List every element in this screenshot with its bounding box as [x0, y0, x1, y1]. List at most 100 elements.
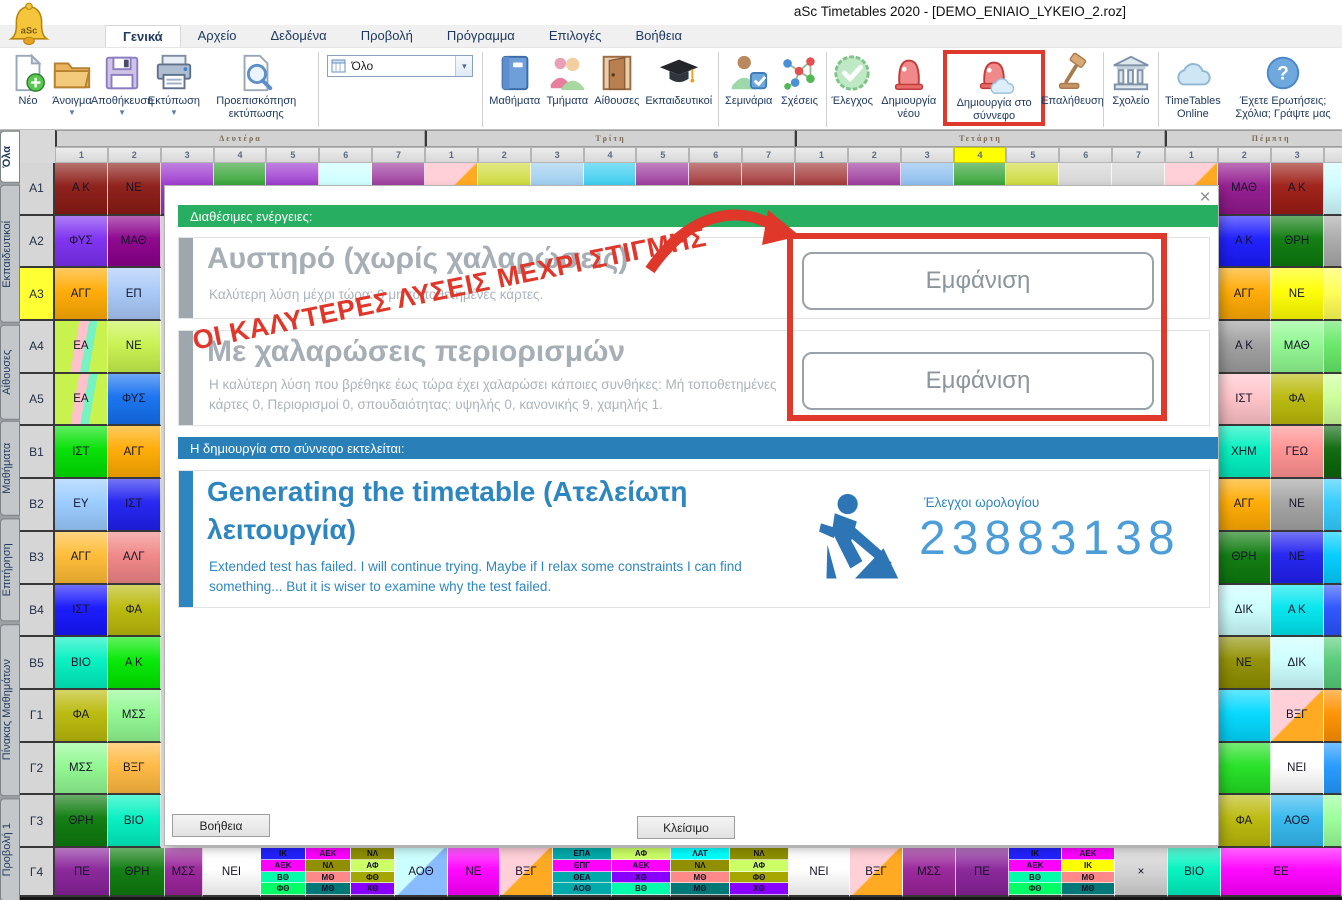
- row-header-B1[interactable]: B1: [20, 426, 55, 479]
- timetable-card[interactable]: ΕΠ: [108, 268, 161, 321]
- menu-item-options[interactable]: Επιλογές: [532, 25, 619, 47]
- timetable-card[interactable]: ΝΛΑΦΦΘΧΘ: [730, 848, 789, 897]
- sidebar-tab-classrooms[interactable]: Αίθουσες: [0, 325, 20, 420]
- timetable-card[interactable]: ΕΕ: [1221, 848, 1342, 897]
- timetable-card[interactable]: ΝΕ: [1271, 479, 1324, 532]
- timetable-card[interactable]: [1218, 690, 1271, 743]
- timetable-card[interactable]: ΔΙΚ: [1271, 637, 1324, 690]
- toolbar-button-classes[interactable]: Τμήματα: [543, 50, 591, 110]
- row-header-B3[interactable]: B3: [20, 532, 55, 585]
- timetable-mini-card[interactable]: ΝΛ: [351, 848, 394, 860]
- row-header-Γ1[interactable]: Γ1: [20, 690, 55, 743]
- timetable-card[interactable]: ΦΥΣ: [55, 216, 108, 269]
- timetable-card[interactable]: [1324, 637, 1342, 690]
- timetable-card[interactable]: ΑΦΑΕΚΧΘΒΘ: [612, 848, 671, 897]
- timetable-card[interactable]: ΙΣΤ: [1218, 374, 1271, 427]
- timetable-mini-card[interactable]: ΦΘ: [1009, 883, 1061, 895]
- timetable-card[interactable]: ΕΑ: [55, 374, 108, 427]
- row-header-A5[interactable]: A5: [20, 374, 55, 427]
- row-header-Γ2[interactable]: Γ2: [20, 743, 55, 796]
- timetable-card[interactable]: ΑΕΚΙΚΜΘΜΘ: [1062, 848, 1115, 897]
- timetable-mini-card[interactable]: ΦΘ: [730, 872, 788, 884]
- menu-item-file[interactable]: Αρχείο: [181, 25, 254, 47]
- help-button[interactable]: Βοήθεια: [172, 814, 270, 837]
- timetable-card[interactable]: [1324, 690, 1342, 743]
- timetable-mini-card[interactable]: ΜΘ: [1062, 872, 1114, 884]
- toolbar-button-save[interactable]: Αποθήκευση▼: [94, 50, 150, 118]
- timetable-card[interactable]: ΑΓΓ: [55, 268, 108, 321]
- timetable-card[interactable]: ΒΙΟ: [1168, 848, 1221, 897]
- timetable-mini-card[interactable]: ΑΟΘ: [553, 883, 611, 895]
- toolbar-button-teachers[interactable]: Εκπαιδευτικοί: [642, 50, 715, 110]
- timetable-card[interactable]: ΘΡΗ: [110, 848, 165, 897]
- timetable-mini-card[interactable]: ΧΘ: [612, 872, 670, 884]
- timetable-card[interactable]: ΜΑΘ: [1218, 163, 1271, 216]
- timetable-card[interactable]: ΦΑ: [1271, 374, 1324, 427]
- toolbar-button-new[interactable]: Νέο: [6, 50, 50, 110]
- timetable-card[interactable]: ΜΑΘ: [108, 216, 161, 269]
- toolbar-button-print[interactable]: Εκτύπωση▼: [150, 50, 198, 118]
- sidebar-tab-view-1[interactable]: Προβολή 1: [0, 798, 20, 900]
- toolbar-button-open[interactable]: Άνοιγμα▼: [50, 50, 94, 118]
- toolbar-button-classrooms[interactable]: Αίθουσες: [591, 50, 642, 110]
- timetable-card[interactable]: ΜΑΘ: [1271, 321, 1324, 374]
- timetable-mini-card[interactable]: ΙΚ: [261, 848, 305, 860]
- timetable-card[interactable]: ΝΕ: [108, 321, 161, 374]
- timetable-mini-card[interactable]: ΒΘ: [1009, 872, 1061, 884]
- timetable-card[interactable]: ΛΑΤΝΛΜΘΜΘ: [671, 848, 730, 897]
- timetable-card[interactable]: [1324, 795, 1342, 848]
- timetable-card[interactable]: ΝΛΑΦΦΘΧΘ: [351, 848, 395, 897]
- timetable-card[interactable]: ΑΟΘ: [1271, 795, 1324, 848]
- timetable-card[interactable]: ΑΕΚΝΛΜΘΜΘ: [306, 848, 351, 897]
- timetable-card[interactable]: ΒΞΓ: [850, 848, 903, 897]
- timetable-mini-card[interactable]: ΝΛ: [730, 848, 788, 860]
- toolbar-button-check[interactable]: Έλεγχος: [830, 50, 874, 110]
- timetable-card[interactable]: ΝΕ: [1218, 637, 1271, 690]
- toolbar-button-generate-new[interactable]: Δημιουργία νέου: [874, 50, 943, 122]
- timetable-mini-card[interactable]: ΧΘ: [730, 883, 788, 895]
- timetable-mini-card[interactable]: ΑΕΚ: [261, 860, 305, 872]
- timetable-mini-card[interactable]: ΙΚ: [1009, 848, 1061, 860]
- timetable-card[interactable]: ΔΙΚ: [1218, 585, 1271, 638]
- timetable-card[interactable]: ΝΕ: [108, 163, 161, 216]
- timetable-card[interactable]: ΜΣΣ: [55, 743, 108, 796]
- timetable-card[interactable]: ΒΞΓ: [108, 743, 161, 796]
- menu-item-general[interactable]: Γενικά: [105, 25, 181, 47]
- row-header-Γ4[interactable]: Γ4: [20, 848, 55, 897]
- toolbar-button-timetables-online[interactable]: TimeTables Online: [1162, 50, 1224, 122]
- timetable-card[interactable]: Α Κ: [1218, 321, 1271, 374]
- timetable-card[interactable]: [1324, 743, 1342, 796]
- menu-item-help[interactable]: Βοήθεια: [618, 25, 699, 47]
- timetable-card[interactable]: ΜΣΣ: [903, 848, 956, 897]
- timetable-card[interactable]: ΝΕΙ: [789, 848, 850, 897]
- timetable-card[interactable]: ΘΡΗ: [1271, 216, 1324, 269]
- timetable-mini-card[interactable]: ΜΘ: [1062, 883, 1114, 895]
- timetable-card[interactable]: ΘΡΗ: [55, 795, 108, 848]
- timetable-card[interactable]: ΕΥ: [55, 479, 108, 532]
- timetable-card[interactable]: ΑΛΓ: [108, 532, 161, 585]
- menu-item-view[interactable]: Προβολή: [344, 25, 430, 47]
- timetable-card[interactable]: ΜΣΣ: [165, 848, 203, 897]
- timetable-card[interactable]: ΦΑ: [1218, 795, 1271, 848]
- timetable-card[interactable]: ×: [1115, 848, 1168, 897]
- timetable-card[interactable]: ΝΕ: [1271, 268, 1324, 321]
- timetable-card[interactable]: ΧΗΜ: [1218, 426, 1271, 479]
- timetable-card[interactable]: ΕΠΑΕΠΓΘΕΑΑΟΘ: [553, 848, 612, 897]
- menu-item-schedule[interactable]: Πρόγραμμα: [430, 25, 532, 47]
- timetable-card[interactable]: ΙΚΑΕΚΒΘΦΘ: [1009, 848, 1062, 897]
- timetable-mini-card[interactable]: ΕΠΓ: [553, 860, 611, 872]
- timetable-mini-card[interactable]: ΝΛ: [671, 860, 729, 872]
- timetable-mini-card[interactable]: ΒΘ: [261, 872, 305, 884]
- timetable-mini-card[interactable]: ΑΦ: [612, 848, 670, 860]
- timetable-mini-card[interactable]: ΑΦ: [351, 860, 394, 872]
- timetable-card[interactable]: ΙΣΤ: [55, 426, 108, 479]
- timetable-card[interactable]: ΙΚΑΕΚΒΘΦΘ: [261, 848, 306, 897]
- view-filter-select[interactable]: Όλο▾: [327, 55, 473, 77]
- toolbar-button-verification[interactable]: Επαλήθευση: [1045, 50, 1100, 110]
- timetable-card[interactable]: [1324, 216, 1342, 269]
- timetable-mini-card[interactable]: ΑΕΚ: [612, 860, 670, 872]
- timetable-mini-card[interactable]: ΜΘ: [671, 883, 729, 895]
- timetable-mini-card[interactable]: ΦΘ: [351, 872, 394, 884]
- row-header-B5[interactable]: B5: [20, 637, 55, 690]
- timetable-card[interactable]: ΒΞΓ: [1271, 690, 1324, 743]
